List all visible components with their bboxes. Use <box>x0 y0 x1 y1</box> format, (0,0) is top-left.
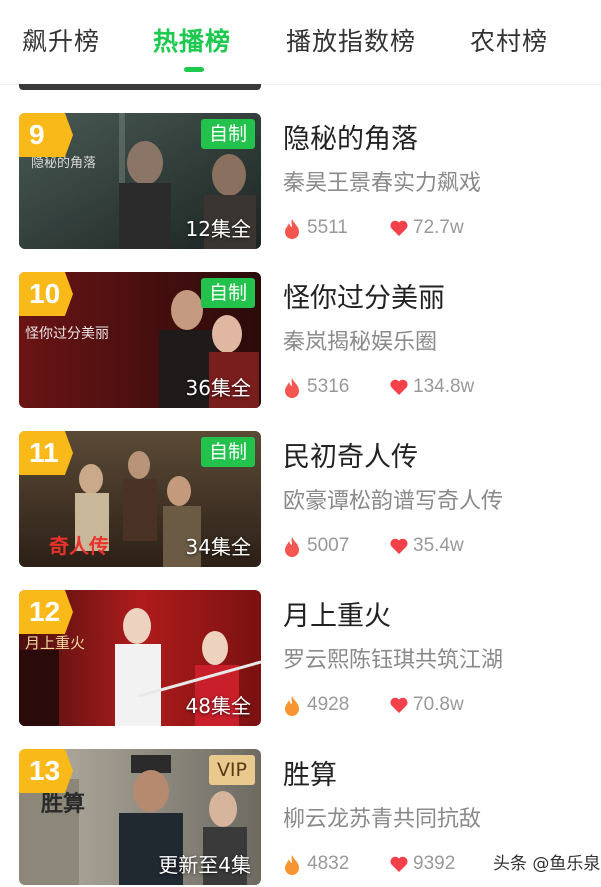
rank-badge: 11 <box>19 431 73 475</box>
rank-badge: 10 <box>19 272 73 316</box>
show-description: 柳云龙苏青共同抗敌 <box>283 807 482 832</box>
list-item[interactable]: 隐秘的角落 9 自制 12集全 隐秘的角落 秦昊王景春实力飙戏 5511 72.… <box>0 113 601 251</box>
fire-icon <box>285 219 299 239</box>
previous-item-poster-edge <box>19 84 261 90</box>
likes-value: 70.8w <box>413 694 464 715</box>
tab-bar: 飙升榜 热播榜 播放指数榜 农村榜 <box>0 0 601 85</box>
show-stats: 5316 134.8w <box>283 375 583 403</box>
show-title[interactable]: 怪你过分美丽 <box>283 276 445 315</box>
poster-title-text: 胜算 <box>41 791 85 816</box>
heart-icon <box>390 220 408 236</box>
heart-icon <box>390 379 408 395</box>
poster-thumbnail[interactable]: 月上重火 12 48集全 <box>19 590 261 726</box>
rank-badge: 12 <box>19 590 73 634</box>
poster-thumbnail[interactable]: 奇人传 11 自制 34集全 <box>19 431 261 567</box>
heat-value: 5316 <box>307 376 350 397</box>
heat-value: 4832 <box>307 853 350 874</box>
fire-icon <box>285 537 299 557</box>
heart-icon <box>390 538 408 554</box>
episode-count: 48集全 <box>185 694 251 718</box>
tab-rural[interactable]: 农村榜 <box>470 22 548 58</box>
show-description: 欧豪谭松韵谱写奇人传 <box>283 489 504 514</box>
show-stats: 5007 35.4w <box>283 534 583 562</box>
fire-icon <box>285 855 299 875</box>
episode-count: 更新至4集 <box>158 853 251 877</box>
tab-rising[interactable]: 飙升榜 <box>22 22 100 58</box>
list-item[interactable]: 奇人传 11 自制 34集全 民初奇人传 欧豪谭松韵谱写奇人传 5007 35.… <box>0 431 601 569</box>
poster-title-text: 月上重火 <box>25 635 85 652</box>
likes-value: 134.8w <box>413 376 475 397</box>
watermark: 头条 @鱼乐泉 <box>493 854 601 874</box>
show-stats: 4928 70.8w <box>283 693 583 721</box>
show-title[interactable]: 月上重火 <box>283 594 391 633</box>
show-description: 秦昊王景春实力飙戏 <box>283 171 482 196</box>
show-title[interactable]: 民初奇人传 <box>283 435 418 474</box>
poster-title-text: 隐秘的角落 <box>31 155 96 170</box>
rank-badge: 13 <box>19 749 73 793</box>
likes-value: 72.7w <box>413 217 464 238</box>
episode-count: 36集全 <box>185 376 251 400</box>
original-badge: 自制 <box>200 437 255 467</box>
rank-badge: 9 <box>19 113 73 157</box>
tab-hot-play[interactable]: 热播榜 <box>153 22 231 58</box>
episode-count: 12集全 <box>185 217 251 241</box>
list-item[interactable]: 怪你过分美丽 10 自制 36集全 怪你过分美丽 秦岚揭秘娱乐圈 5316 13… <box>0 272 601 410</box>
likes-value: 9392 <box>413 853 456 874</box>
poster-title-text: 奇人传 <box>49 534 109 558</box>
fire-icon <box>285 378 299 398</box>
original-badge: 自制 <box>200 278 255 308</box>
show-description: 秦岚揭秘娱乐圈 <box>283 330 438 355</box>
vip-badge: VIP <box>208 755 255 785</box>
active-tab-indicator <box>184 67 204 72</box>
heat-value: 4928 <box>307 694 350 715</box>
heat-value: 5511 <box>307 217 348 238</box>
poster-thumbnail[interactable]: 隐秘的角落 9 自制 12集全 <box>19 113 261 249</box>
poster-thumbnail[interactable]: 怪你过分美丽 10 自制 36集全 <box>19 272 261 408</box>
poster-title-text: 怪你过分美丽 <box>25 326 109 342</box>
show-description: 罗云熙陈钰琪共筑江湖 <box>283 648 504 673</box>
likes-value: 35.4w <box>413 535 464 556</box>
episode-count: 34集全 <box>185 535 251 559</box>
show-stats: 5511 72.7w <box>283 216 583 244</box>
tab-play-index[interactable]: 播放指数榜 <box>286 22 416 58</box>
show-title[interactable]: 胜算 <box>283 753 337 792</box>
heat-value: 5007 <box>307 535 350 556</box>
heart-icon <box>390 697 408 713</box>
heart-icon <box>390 856 408 872</box>
poster-thumbnail[interactable]: 胜算 13 VIP 更新至4集 <box>19 749 261 885</box>
show-title[interactable]: 隐秘的角落 <box>283 117 418 156</box>
original-badge: 自制 <box>200 119 255 149</box>
fire-icon <box>285 696 299 716</box>
list-item[interactable]: 月上重火 12 48集全 月上重火 罗云熙陈钰琪共筑江湖 4928 70.8w <box>0 590 601 728</box>
